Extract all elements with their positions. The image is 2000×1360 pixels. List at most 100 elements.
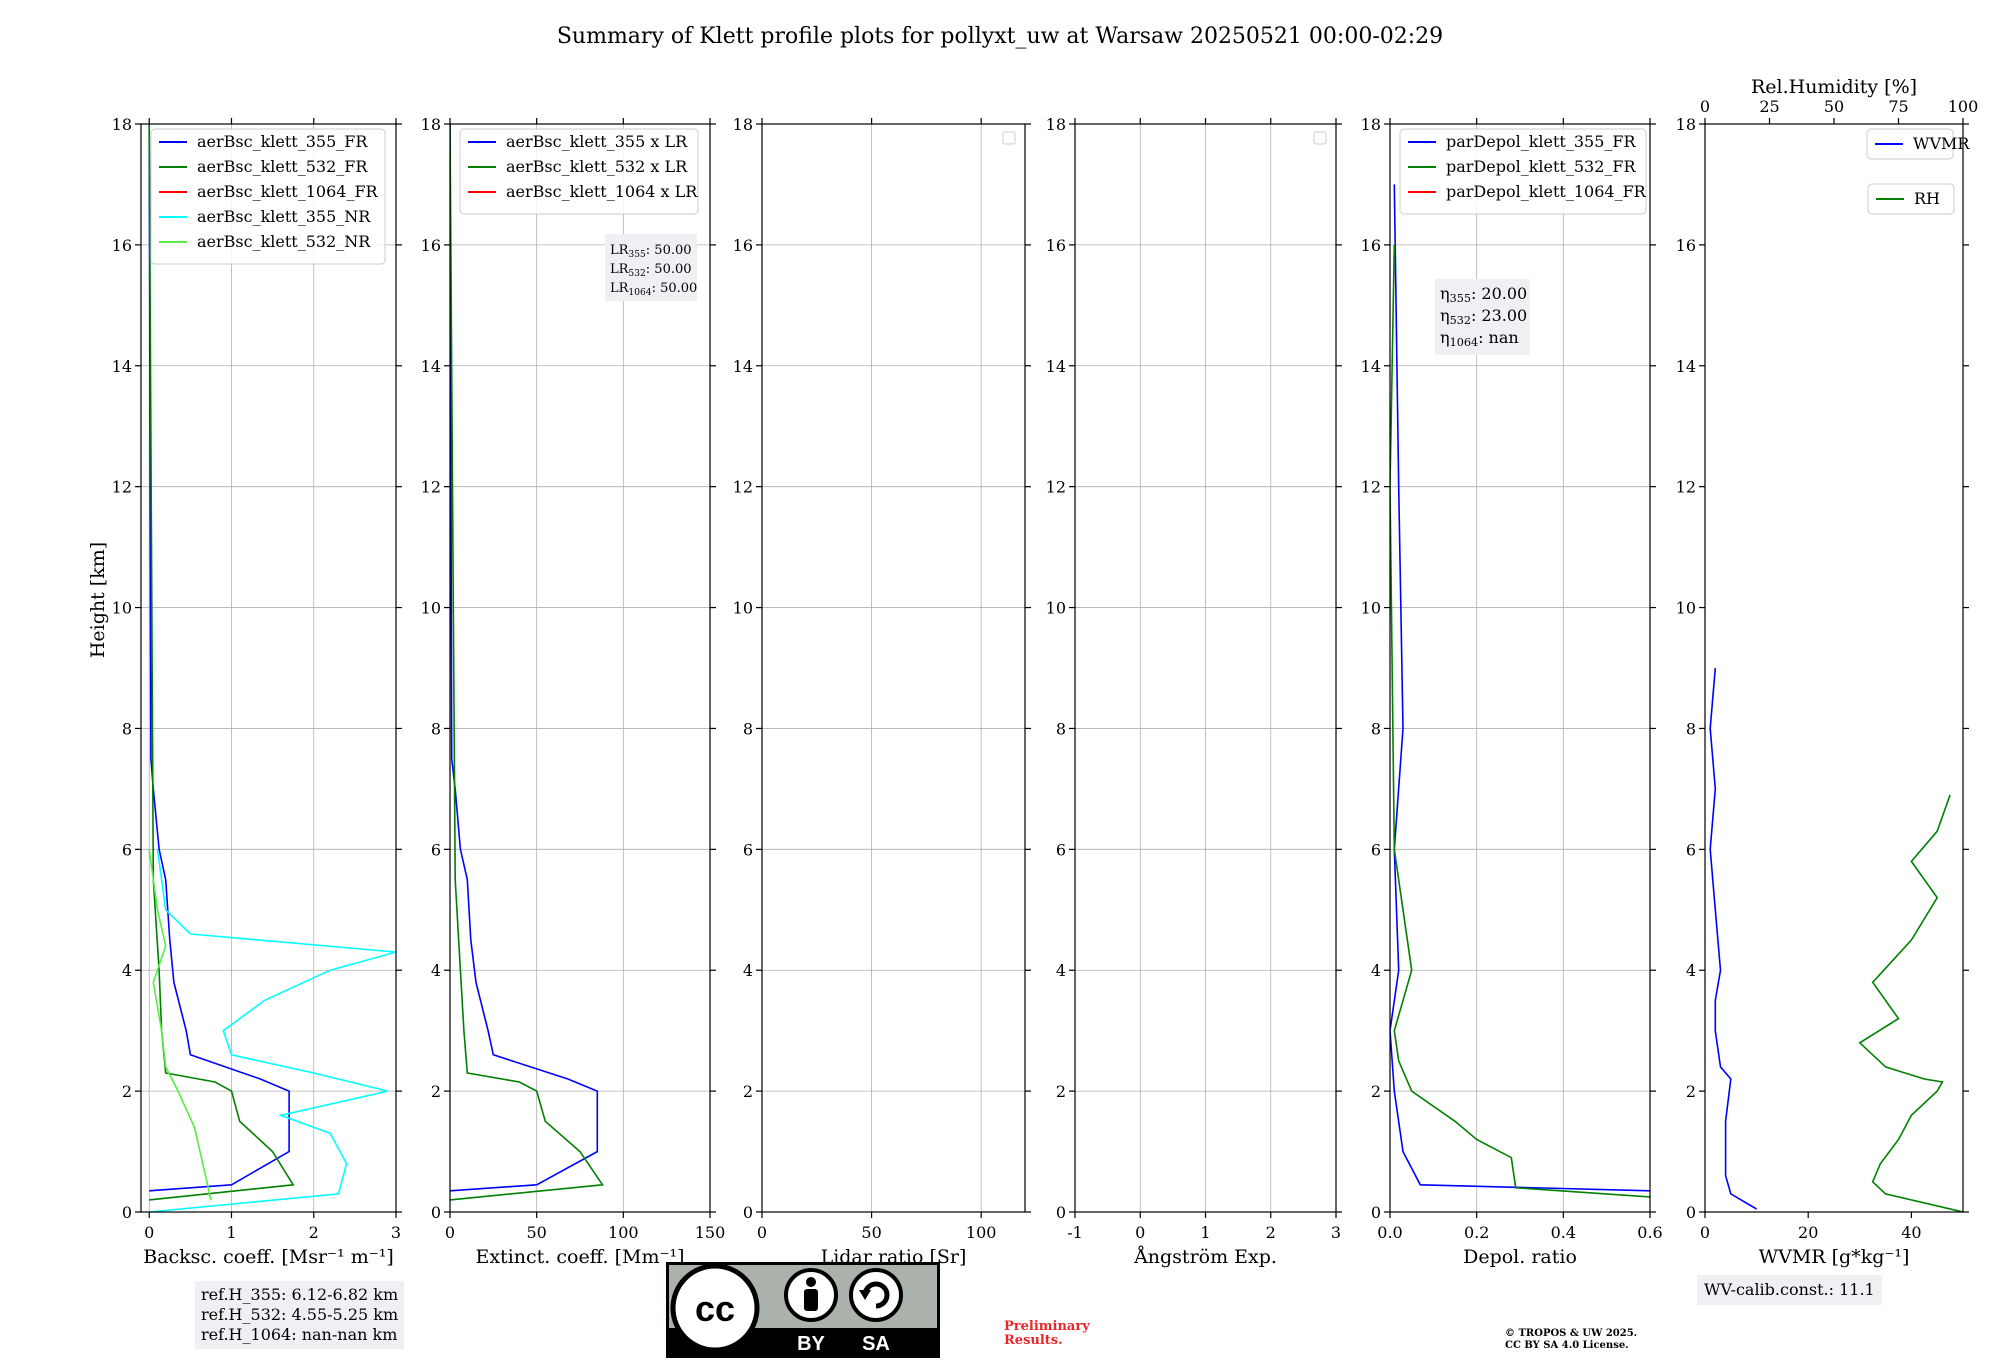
top-x-tick-label: 100 [1948,97,1979,116]
y-tick-label: 0 [743,1203,753,1222]
y-tick-label: 0 [122,1203,132,1222]
legend-entry: parDepol_klett_1064_FR [1446,182,1647,201]
legend-entry: parDepol_klett_532_FR [1446,157,1637,176]
x-axis-label: Depol. ratio [1463,1246,1577,1268]
figure-title: Summary of Klett profile plots for polly… [557,24,1443,49]
sa-share-alike-icon [849,1268,903,1322]
y-tick-label: 2 [1686,1082,1696,1101]
y-tick-label: 16 [1361,236,1381,255]
preliminary-line-1: Preliminary [1004,1319,1090,1334]
x-tick-label: 150 [695,1223,726,1242]
legend-entry: aerBsc_klett_532_NR [197,232,371,251]
y-tick-label: 10 [421,599,441,618]
legend-entry: RH [1914,189,1940,208]
y-tick-label: 16 [421,236,441,255]
top-x-tick-label: 50 [1824,97,1844,116]
legend-entry: parDepol_klett_355_FR [1446,132,1637,151]
y-tick-label: 14 [112,357,132,376]
x-axis-label: Backsc. coeff. [Msr⁻¹ m⁻¹] [143,1246,394,1268]
x-tick-label: 0 [1135,1223,1145,1242]
y-tick-label: 12 [1361,478,1381,497]
y-tick-label: 4 [1686,961,1696,980]
copyright-note: © TROPOS & UW 2025. CC BY SA 4.0 License… [1505,1328,1637,1352]
y-tick-label: 10 [112,599,132,618]
annotation-part: : 50.00 [652,281,698,296]
y-tick-label: 8 [1056,719,1066,738]
x-tick-label: 1 [226,1223,236,1242]
legend-entry: aerBsc_klett_355_FR [197,132,368,151]
y-tick-label: 4 [431,961,441,980]
preliminary-results-note: Preliminary Results. [1004,1320,1090,1348]
series-line-parDepol_klett_532_FR [1390,244,1650,1198]
ref-height-355: ref.H_355: 6.12-6.82 km [201,1285,399,1304]
y-tick-label: 16 [733,236,753,255]
ref-height-1064: ref.H_1064: nan-nan km [201,1325,398,1344]
y-tick-label: 10 [733,599,753,618]
x-tick-label: 100 [608,1223,639,1242]
y-tick-label: 10 [1676,599,1696,618]
by-person-head [806,1277,816,1287]
y-tick-label: 8 [1371,719,1381,738]
annotation-part: η [1440,306,1450,325]
y-tick-label: 14 [1676,357,1696,376]
ref-height-532: ref.H_532: 4.55-5.25 km [201,1305,399,1324]
figure: Summary of Klett profile plots for polly… [87,24,1979,1268]
panel-5: 0 2 4 6 8 10 12 14 16 18 0.0 0.2 0.4 0.6 Depol. ratio p… [1361,115,1663,1268]
copyright-line-2: CC BY SA 4.0 License. [1505,1340,1629,1351]
y-tick-label: 2 [122,1082,132,1101]
by-label: BY [797,1333,825,1355]
annotation-part: : 20.00 [1471,284,1527,303]
y-tick-label: 4 [122,961,132,980]
y-tick-label: 0 [431,1203,441,1222]
preliminary-line-2: Results. [1004,1333,1063,1348]
y-tick-label: 18 [1361,115,1381,134]
top-x-tick-label: 0 [1700,97,1710,116]
y-tick-label: 0 [1686,1203,1696,1222]
x-axis-label: WVMR [g*kg⁻¹] [1759,1246,1910,1268]
x-tick-label: -1 [1067,1223,1083,1242]
series-line-WVMR [1709,667,1758,1210]
y-tick-label: 16 [112,236,132,255]
annotation-part: LR [610,281,630,296]
y-tick-label: 8 [1686,719,1696,738]
y-tick-label: 4 [743,961,753,980]
annotation-part: LR [610,243,630,258]
x-tick-label: 100 [966,1223,997,1242]
x-tick-label: 0.6 [1637,1223,1662,1242]
y-tick-label: 18 [1046,115,1066,134]
y-tick-label: 18 [1676,115,1696,134]
annotation-line: LR355: 50.00 [610,243,692,260]
legend-entry: aerBsc_klett_1064_FR [197,182,379,201]
y-tick-label: 2 [431,1082,441,1101]
x-tick-label: 3 [1331,1223,1341,1242]
x-tick-label: 0 [445,1223,455,1242]
x-tick-label: 50 [526,1223,546,1242]
y-tick-label: 12 [733,478,753,497]
annotation-part: : 23.00 [1471,306,1527,325]
empty-legend-box [1313,131,1327,145]
annotation-part: 1064 [1450,336,1478,349]
legend-entry: aerBsc_klett_532_FR [197,157,368,176]
y-tick-label: 2 [743,1082,753,1101]
annotation-part: 355 [1450,292,1471,305]
y-tick-label: 6 [431,840,441,859]
y-tick-label: 6 [743,840,753,859]
y-tick-label: 14 [1361,357,1381,376]
panel-1: 0246810121416180 1 2 3Backsc. coeff. [Msr⁻¹… [112,115,402,1268]
series-line-aerBsc_klett_532_NR [148,849,212,1201]
empty-legend-box [1002,131,1016,145]
y-tick-label: 10 [1046,599,1066,618]
by-person-body [804,1289,818,1311]
y-tick-label: 8 [122,719,132,738]
annotation-line: LR532: 50.00 [610,262,692,279]
panel-4: 024681012141618-1 0 1 2 3Ångström Exp. [1046,115,1342,1268]
x-axis-label: Ångström Exp. [1133,1246,1277,1268]
y-tick-label: 14 [733,357,753,376]
annotation-part: 532 [1450,314,1471,327]
x-tick-label: 0.2 [1464,1223,1489,1242]
panel-3: 0246810121416180 50 100Lidar ratio [Sr] [733,115,1031,1268]
x-tick-label: 0 [1700,1223,1710,1242]
sa-label: SA [862,1333,890,1355]
y-tick-label: 16 [1676,236,1696,255]
x-tick-label: 3 [391,1223,401,1242]
